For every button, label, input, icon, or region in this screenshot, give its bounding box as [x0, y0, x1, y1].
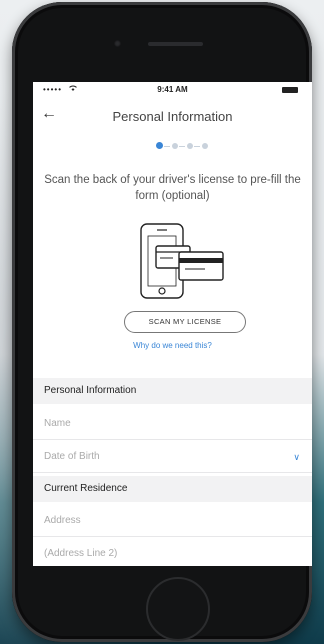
chevron-down-icon[interactable]: ∨	[293, 441, 300, 473]
address-line2-field[interactable]: (Address Line 2)	[33, 538, 312, 566]
page-title: Personal Information	[112, 109, 233, 124]
section-heading-personal: Personal Information	[33, 378, 312, 404]
step-indicator	[156, 142, 216, 150]
name-field[interactable]: Name	[33, 408, 312, 440]
nav-bar: ← Personal Information	[33, 102, 312, 132]
step-dot-2	[172, 143, 178, 149]
address-placeholder: Address	[44, 515, 81, 526]
front-camera	[114, 40, 121, 47]
dob-field[interactable]: Date of Birth ∨	[33, 441, 312, 473]
home-button[interactable]	[146, 577, 210, 641]
step-dot-4	[202, 143, 208, 149]
why-link[interactable]: Why do we need this?	[33, 341, 312, 350]
earpiece-speaker	[148, 42, 203, 46]
step-dot-1	[156, 142, 163, 149]
screen: ••••• 9:41 AM ← Personal Information Sca…	[33, 82, 312, 566]
step-dot-3	[187, 143, 193, 149]
status-time: 9:41 AM	[157, 85, 188, 94]
scan-license-button[interactable]: SCAN MY LICENSE	[124, 311, 246, 333]
name-placeholder: Name	[44, 418, 71, 429]
step-connector	[179, 146, 185, 147]
step-connector	[194, 146, 200, 147]
scan-description: Scan the back of your driver's license t…	[44, 174, 301, 202]
status-bar: ••••• 9:41 AM	[33, 82, 312, 98]
battery-icon	[282, 87, 298, 93]
address2-placeholder: (Address Line 2)	[44, 548, 118, 559]
phone-frame: ••••• 9:41 AM ← Personal Information Sca…	[12, 2, 312, 642]
step-connector	[164, 146, 170, 147]
address-field[interactable]: Address	[33, 505, 312, 537]
section-heading-residence: Current Residence	[33, 476, 312, 502]
dob-placeholder: Date of Birth	[44, 451, 100, 462]
phone-card-illustration-icon	[121, 222, 231, 300]
